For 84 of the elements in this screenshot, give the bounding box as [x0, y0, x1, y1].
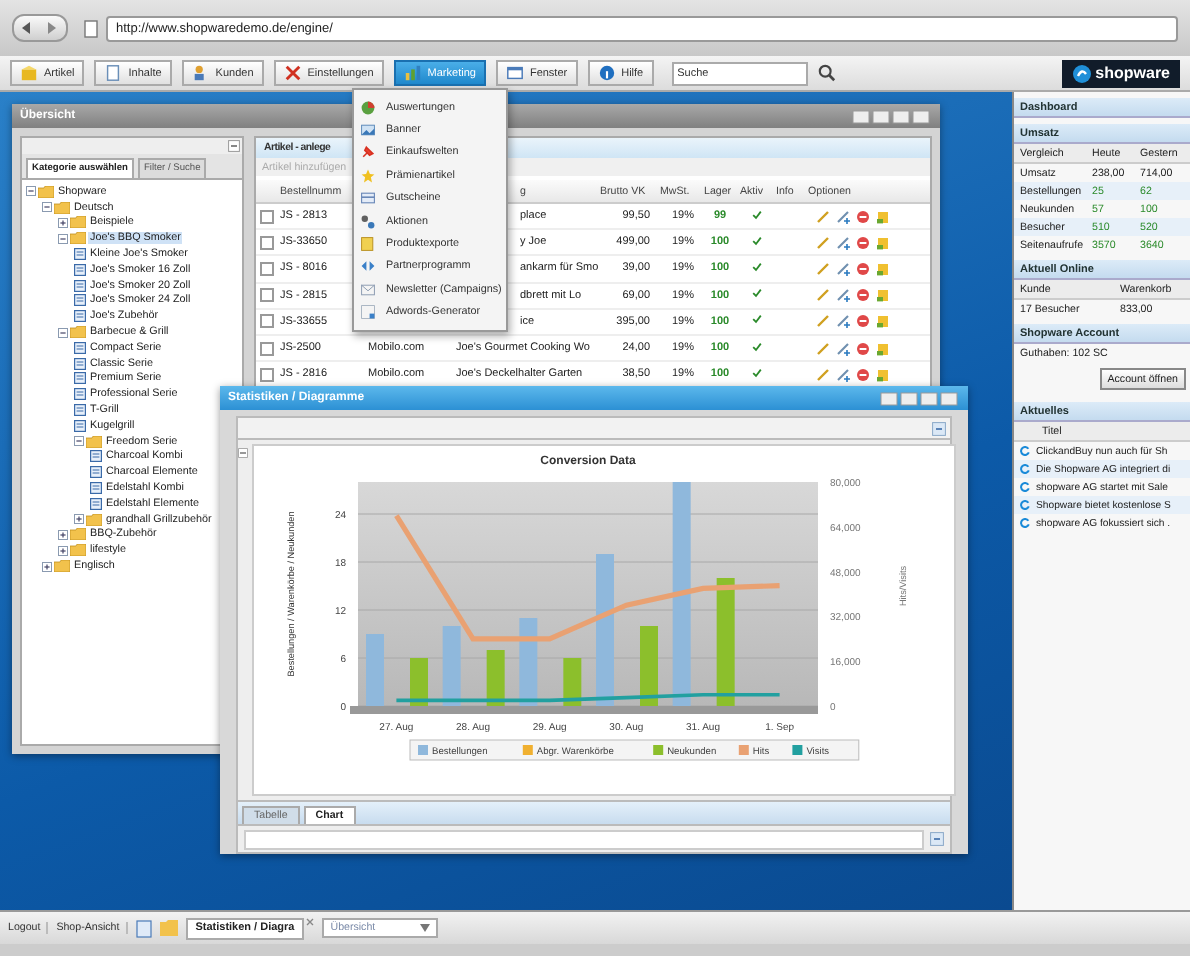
row-checkbox[interactable] — [259, 261, 273, 276]
row-checkbox[interactable] — [259, 235, 273, 250]
search-icon[interactable] — [817, 64, 836, 82]
delete-icon[interactable] — [856, 314, 870, 329]
chart-bar — [410, 658, 428, 706]
collapse-icon[interactable] — [58, 233, 68, 244]
pencil-plus-icon[interactable] — [836, 235, 850, 250]
page-icon — [84, 19, 98, 37]
pie-chart-icon — [360, 99, 376, 116]
row-checkbox[interactable] — [259, 209, 273, 224]
document-icon — [90, 450, 102, 463]
collapse-icon[interactable] — [228, 140, 240, 152]
footer-field[interactable] — [244, 829, 924, 849]
collapse-icon[interactable] — [238, 448, 248, 458]
collapse-icon[interactable] — [74, 436, 84, 447]
chart-bar — [519, 618, 538, 706]
image-icon — [360, 122, 376, 139]
close-icon[interactable] — [306, 918, 315, 926]
row-checkbox[interactable] — [259, 314, 273, 329]
folder-icon — [70, 326, 86, 339]
document-icon — [74, 388, 86, 401]
legend-swatch — [653, 745, 664, 755]
folder-icon[interactable] — [876, 288, 890, 303]
info-icon — [597, 64, 616, 82]
window-controls-icon[interactable] — [852, 109, 932, 123]
collapse-icon[interactable] — [26, 186, 36, 197]
folder-icon[interactable] — [876, 209, 890, 224]
envelope-icon — [360, 281, 376, 298]
window-controls-icon[interactable] — [880, 391, 960, 405]
legend-swatch — [418, 745, 428, 755]
collapse-icon[interactable] — [42, 202, 52, 213]
document-icon — [74, 310, 86, 323]
delete-icon[interactable] — [856, 261, 870, 276]
chart-bar — [563, 658, 582, 706]
folder-icon — [86, 435, 102, 448]
collapse-icon[interactable] — [932, 421, 946, 435]
row-checkbox[interactable] — [259, 341, 273, 356]
package-icon — [360, 236, 376, 253]
collapse-icon[interactable] — [930, 832, 944, 846]
logo-text: shopware — [1095, 64, 1170, 82]
arrows-icon — [360, 258, 376, 275]
star-icon — [360, 167, 376, 184]
delete-icon[interactable] — [856, 288, 870, 303]
caret-icon — [420, 924, 431, 932]
pin-icon — [360, 144, 376, 161]
expand-icon[interactable] — [42, 561, 52, 572]
chart-bar — [366, 634, 384, 706]
cross-icon — [283, 64, 302, 82]
expand-icon[interactable] — [58, 545, 68, 556]
expand-icon[interactable] — [58, 217, 68, 228]
delete-icon[interactable] — [856, 367, 870, 382]
expand-icon[interactable] — [58, 529, 68, 540]
document-icon — [90, 466, 102, 479]
folder-icon[interactable] — [876, 341, 890, 356]
collapse-icon[interactable] — [58, 327, 68, 338]
document-icon — [360, 304, 376, 321]
window-icon — [505, 64, 524, 82]
document-icon — [104, 64, 123, 82]
folder-icon[interactable] — [876, 261, 890, 276]
row-checkbox[interactable] — [259, 288, 273, 303]
chart-bar — [640, 626, 658, 706]
pencil-plus-icon[interactable] — [836, 314, 850, 329]
pencil-plus-icon[interactable] — [836, 341, 850, 356]
delete-icon[interactable] — [856, 235, 870, 250]
delete-icon[interactable] — [856, 341, 870, 356]
folder-icon[interactable] — [876, 314, 890, 329]
delete-icon[interactable] — [856, 209, 870, 224]
legend-swatch — [522, 745, 533, 755]
back-forward-buttons[interactable] — [12, 14, 68, 42]
row-checkbox[interactable] — [259, 367, 273, 382]
pencil-plus-icon[interactable] — [836, 209, 850, 224]
pencil-plus-icon[interactable] — [836, 367, 850, 382]
pencil-plus-icon[interactable] — [836, 261, 850, 276]
document-icon[interactable] — [135, 919, 152, 937]
box-icon — [20, 64, 38, 82]
pencil-plus-icon[interactable] — [836, 288, 850, 303]
legend-swatch — [738, 745, 749, 755]
folder-icon[interactable] — [876, 235, 890, 250]
document-icon — [74, 341, 86, 354]
bar-chart-icon — [403, 64, 422, 82]
legend-swatch — [792, 745, 803, 755]
folder-icon[interactable] — [876, 367, 890, 382]
expand-icon[interactable] — [74, 514, 84, 525]
logo-icon — [1071, 63, 1092, 83]
